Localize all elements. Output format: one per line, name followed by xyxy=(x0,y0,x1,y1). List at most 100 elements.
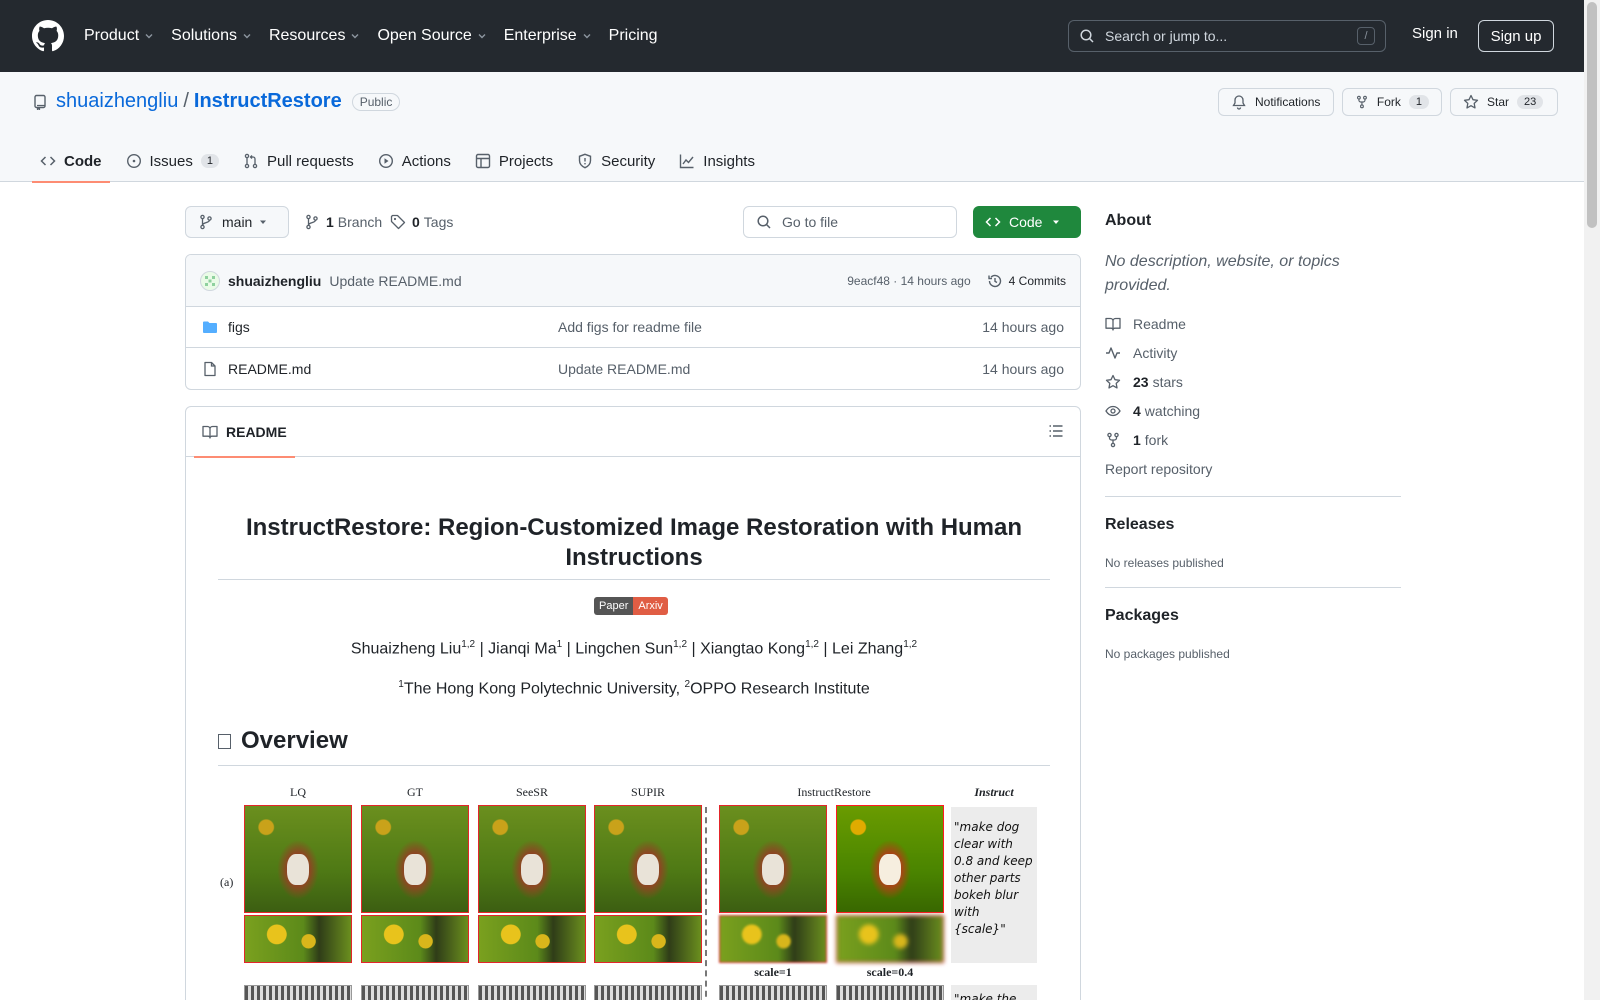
packages-heading[interactable]: Packages xyxy=(1105,607,1179,625)
tab-code[interactable]: Code xyxy=(32,140,110,183)
activity-link[interactable]: Activity xyxy=(1105,345,1177,361)
list-icon[interactable] xyxy=(1048,423,1064,439)
nav-pricing[interactable]: Pricing xyxy=(609,27,658,45)
go-to-file-input[interactable]: Go to file xyxy=(743,206,957,238)
code-icon xyxy=(40,156,56,166)
chevron-down-icon xyxy=(478,34,486,39)
nav-enterprise[interactable]: Enterprise xyxy=(504,27,593,45)
chevron-down-icon xyxy=(351,34,359,39)
star-button[interactable]: Star 23 xyxy=(1450,88,1558,116)
file-commit-message[interactable]: Update README.md xyxy=(558,361,982,377)
readme-link[interactable]: Readme xyxy=(1105,316,1186,332)
nav-open-source[interactable]: Open Source xyxy=(377,27,487,45)
author-affiliation: 1,2 xyxy=(903,639,918,650)
commit-hash-link[interactable]: 9eacf48 · 14 hours ago xyxy=(847,274,970,288)
fork-icon xyxy=(1107,432,1119,448)
figure-image xyxy=(361,805,469,913)
tag-label: Tags xyxy=(423,214,454,230)
author-name: Lingchen Sun xyxy=(575,640,674,658)
code-button-label: Code xyxy=(1009,214,1043,230)
nav-label: Open Source xyxy=(377,27,472,44)
visibility-badge: Public xyxy=(351,92,401,111)
tags-link[interactable]: 0 Tags xyxy=(390,214,453,230)
tab-actions[interactable]: Actions xyxy=(370,140,459,182)
nav-product[interactable]: Product xyxy=(84,27,155,45)
sign-up-button[interactable]: Sign up xyxy=(1478,20,1554,52)
authors-line: Shuaizheng Liu1,2 | Jianqi Ma1 | Lingche… xyxy=(218,639,1050,658)
file-icon xyxy=(204,361,216,376)
folder-icon xyxy=(203,321,217,333)
figure-image xyxy=(594,985,702,1000)
figure-image xyxy=(836,805,944,913)
paper-arxiv-badge[interactable]: Paper Arxiv xyxy=(594,597,668,615)
file-name-link[interactable]: figs xyxy=(228,319,558,335)
figure-crop-image xyxy=(836,915,944,963)
latest-commit-bar: shuaizhengliu Update README.md 9eacf48 ·… xyxy=(186,255,1080,307)
nav-label: Product xyxy=(84,27,140,44)
notifications-button[interactable]: Notifications xyxy=(1218,88,1334,116)
file-row[interactable]: figs Add figs for readme file 14 hours a… xyxy=(186,307,1080,348)
chevron-down-icon xyxy=(583,34,591,39)
fork-button[interactable]: Fork 1 xyxy=(1342,88,1442,116)
stars-link[interactable]: 23 stars xyxy=(1105,374,1183,390)
readme-tab-label: README xyxy=(226,424,287,440)
report-repository-link[interactable]: Report repository xyxy=(1105,461,1212,477)
tab-projects[interactable]: Projects xyxy=(467,140,561,182)
scale-label: scale=0.4 xyxy=(866,965,914,979)
author-separator: | xyxy=(687,640,701,658)
figure-image xyxy=(361,985,469,1000)
star-icon xyxy=(1463,94,1479,109)
nav-label: Solutions xyxy=(171,27,237,44)
github-logo-icon[interactable] xyxy=(32,20,64,52)
author-separator: | xyxy=(475,640,489,658)
commits-link[interactable]: 4 Commits xyxy=(987,273,1066,289)
nav-resources[interactable]: Resources xyxy=(269,27,361,45)
branch-selector[interactable]: main xyxy=(185,206,289,238)
figure-image xyxy=(478,985,586,1000)
history-icon xyxy=(987,274,1001,287)
branches-link[interactable]: 1 Branch xyxy=(304,214,382,230)
scrollbar-thumb[interactable] xyxy=(1587,2,1597,228)
code-dropdown-button[interactable]: Code xyxy=(973,206,1081,238)
file-name-link[interactable]: README.md xyxy=(228,361,558,377)
global-search-input[interactable]: Search or jump to... / xyxy=(1068,20,1386,52)
activity-link-label: Activity xyxy=(1133,345,1178,361)
forks-link[interactable]: 1 fork xyxy=(1105,432,1168,448)
figure-crop-image xyxy=(244,915,352,963)
table-icon xyxy=(475,153,491,169)
figure-crop-image xyxy=(594,915,702,963)
figure-row-label: (a) xyxy=(220,875,234,889)
tab-insights[interactable]: Insights xyxy=(671,140,763,182)
page-scrollbar[interactable] xyxy=(1584,0,1600,1000)
avatar[interactable] xyxy=(200,270,220,291)
fork-label: Fork xyxy=(1376,95,1401,109)
repo-tabs: Code Issues 1 Pull requests Actions Proj… xyxy=(32,140,771,183)
figure-crop-image xyxy=(361,915,469,963)
pulse-icon xyxy=(1106,347,1120,359)
commit-author-link[interactable]: shuaizhengliu xyxy=(228,273,321,289)
tab-security[interactable]: Security xyxy=(569,140,663,182)
repo-header: shuaizhengliu / InstructRestore Public N… xyxy=(0,72,1584,183)
watching-link[interactable]: 4 watching xyxy=(1105,403,1200,419)
figure-caption-instructrestore: InstructRestore xyxy=(797,785,871,799)
author-name: Jianqi Ma xyxy=(488,640,557,658)
about-description: No description, website, or topics provi… xyxy=(1105,253,1340,294)
sign-in-link[interactable]: Sign in xyxy=(1412,25,1458,42)
file-row[interactable]: README.md Update README.md 14 hours ago xyxy=(186,348,1080,389)
tab-pull-requests[interactable]: Pull requests xyxy=(235,140,362,182)
figure-image xyxy=(594,805,702,913)
repo-owner-link[interactable]: shuaizhengliu xyxy=(56,90,178,113)
releases-heading[interactable]: Releases xyxy=(1105,516,1174,534)
about-heading: About xyxy=(1105,212,1152,229)
fork-count: 1 xyxy=(1408,95,1429,109)
repo-name-link[interactable]: InstructRestore xyxy=(194,90,342,113)
notifications-label: Notifications xyxy=(1255,95,1321,109)
divider xyxy=(218,579,1050,580)
commit-message-link[interactable]: Update README.md xyxy=(329,273,461,289)
tab-issues[interactable]: Issues 1 xyxy=(118,140,227,182)
readme-tab[interactable]: README xyxy=(194,407,295,458)
fork-count: 1 xyxy=(1133,432,1141,448)
nav-solutions[interactable]: Solutions xyxy=(171,27,253,45)
file-commit-message[interactable]: Add figs for readme file xyxy=(558,319,982,335)
tab-label: Projects xyxy=(498,152,554,170)
